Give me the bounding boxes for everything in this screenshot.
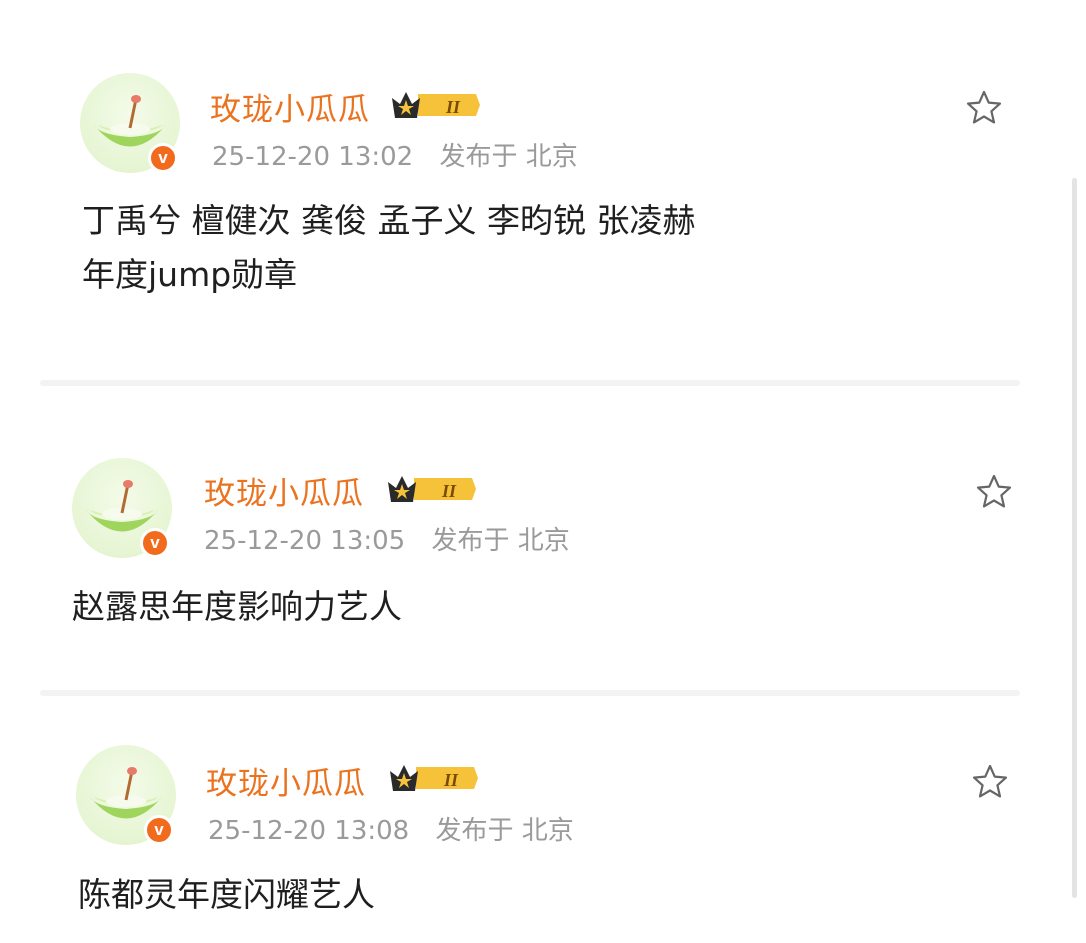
post-content: 赵露思年度影响力艺人 — [72, 580, 402, 634]
star-outline-icon[interactable] — [964, 88, 1004, 128]
username[interactable]: 玫珑小瓜瓜 — [204, 468, 364, 513]
post-content: 陈都灵年度闪耀艺人 — [78, 868, 375, 922]
post-date: 25-12-20 13:02 — [212, 142, 414, 172]
content-line: 赵露思年度影响力艺人 — [72, 587, 402, 626]
post-meta: 25-12-20 13:05 发布于 北京 — [204, 520, 570, 557]
crown-icon: II — [388, 476, 476, 502]
post-location: 北京 — [525, 142, 578, 172]
level-label: II — [445, 97, 461, 117]
star-outline-icon[interactable] — [974, 472, 1014, 512]
content-line: 陈都灵年度闪耀艺人 — [78, 875, 375, 914]
post-meta: 25-12-20 13:02 发布于 北京 — [212, 136, 578, 173]
post-meta: 25-12-20 13:08 发布于 北京 — [208, 810, 574, 847]
crown-icon: II — [392, 92, 480, 118]
post-location: 北京 — [521, 816, 574, 846]
post-date: 25-12-20 13:05 — [204, 526, 406, 556]
avatar[interactable]: v — [80, 73, 180, 173]
avatar[interactable]: v — [76, 745, 176, 845]
verified-badge-icon: v — [144, 815, 174, 845]
level-label: II — [441, 481, 457, 501]
post-date: 25-12-20 13:08 — [208, 816, 410, 846]
level-label: II — [443, 770, 459, 790]
post-location: 北京 — [517, 526, 570, 556]
post-content: 丁禹兮 檀健次 龚俊 孟子义 李昀锐 张凌赫 年度jump勋章 — [82, 194, 695, 302]
published-label: 发布于 — [435, 816, 514, 846]
divider — [40, 690, 1020, 696]
published-label: 发布于 — [439, 142, 518, 172]
avatar[interactable]: v — [72, 458, 172, 558]
published-label: 发布于 — [431, 526, 510, 556]
divider — [40, 380, 1020, 386]
crown-icon: II — [390, 765, 478, 791]
star-outline-icon[interactable] — [970, 762, 1010, 802]
content-line: 年度jump勋章 — [82, 255, 298, 294]
username[interactable]: 玫珑小瓜瓜 — [206, 758, 366, 803]
username[interactable]: 玫珑小瓜瓜 — [210, 84, 370, 129]
content-line: 丁禹兮 檀健次 龚俊 孟子义 李昀锐 张凌赫 — [82, 201, 696, 240]
verified-badge-icon: v — [140, 528, 170, 558]
verified-badge-icon: v — [148, 143, 178, 173]
scrollbar[interactable] — [1072, 178, 1077, 898]
